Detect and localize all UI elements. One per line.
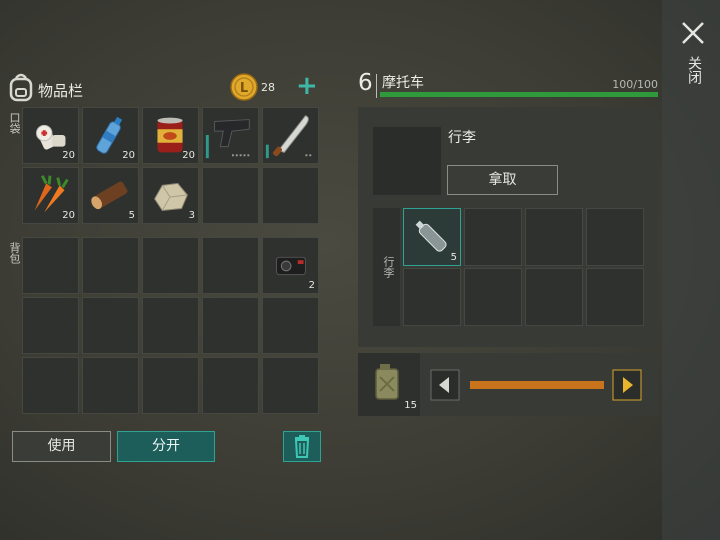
- fuel-level-fill: [470, 381, 604, 389]
- backpack-slot-empty[interactable]: [262, 297, 319, 354]
- pocket-slot-canned-food[interactable]: 20: [142, 107, 199, 164]
- luggage-slot-empty[interactable]: [403, 268, 461, 326]
- luggage-side-label: 行李: [382, 256, 395, 278]
- backpack-slot-empty[interactable]: [82, 357, 139, 414]
- inventory-title: 物品栏: [38, 82, 84, 100]
- fuel-right-arrow-button[interactable]: [612, 369, 642, 401]
- slot-quantity: 5: [128, 210, 135, 221]
- pocket-label: 口袋: [8, 112, 21, 134]
- pocket-slot-carrots[interactable]: 20: [22, 167, 79, 224]
- arrow-left-icon: [430, 369, 460, 401]
- close-button[interactable]: [680, 20, 706, 46]
- use-button[interactable]: 使用: [12, 431, 111, 462]
- backpack-slot-empty[interactable]: [22, 357, 79, 414]
- backpack-slot-empty[interactable]: [82, 237, 139, 294]
- coin-count: 28: [261, 81, 275, 94]
- luggage-slot-empty[interactable]: [525, 268, 583, 326]
- luggage-slot-empty[interactable]: [464, 208, 522, 266]
- backpack-slot-empty[interactable]: [202, 297, 259, 354]
- pocket-slot-stone[interactable]: 3: [142, 167, 199, 224]
- backpack-slot-empty[interactable]: [82, 297, 139, 354]
- pistol-icon: [205, 119, 250, 159]
- slot-quantity: 3: [188, 210, 195, 221]
- pocket-slot-water-bottle[interactable]: 20: [82, 107, 139, 164]
- pocket-slot-empty[interactable]: [202, 167, 259, 224]
- pocket-slot-empty[interactable]: [262, 167, 319, 224]
- add-coins-button[interactable]: +: [296, 70, 318, 102]
- luggage-slot-empty[interactable]: [525, 208, 583, 266]
- close-label[interactable]: 关闭: [684, 56, 704, 84]
- backpack-slot-camera[interactable]: 2: [262, 237, 319, 294]
- luggage-slot-plastic-bottle[interactable]: 5: [403, 208, 461, 266]
- slot-quantity: 20: [182, 150, 195, 161]
- split-button[interactable]: 分开: [117, 431, 215, 462]
- luggage-title: 行李: [448, 130, 476, 146]
- slot-quantity: 2: [308, 280, 315, 291]
- backpack-slot-empty[interactable]: [262, 357, 319, 414]
- luggage-slot-empty[interactable]: [586, 208, 644, 266]
- fuel-slot[interactable]: 15: [358, 353, 420, 416]
- vehicle-name: 摩托车: [382, 75, 424, 91]
- backpack-slot-empty[interactable]: [202, 237, 259, 294]
- pocket-slot-first-aid-kit[interactable]: 20: [22, 107, 79, 164]
- backpack-slot-empty[interactable]: [142, 357, 199, 414]
- backpack-slot-empty[interactable]: [142, 297, 199, 354]
- backpack-slot-empty[interactable]: [22, 237, 79, 294]
- vehicle-level: 6: [358, 70, 373, 96]
- backpack-slot-empty[interactable]: [202, 357, 259, 414]
- durability-bar-fill: [380, 92, 658, 97]
- title-divider: [376, 74, 377, 98]
- backpack-label: 背包: [8, 242, 21, 264]
- take-button[interactable]: 拿取: [447, 165, 558, 195]
- slot-quantity: 5: [450, 252, 457, 263]
- durability-text: 100/100: [612, 78, 658, 91]
- arrow-right-icon: [612, 369, 642, 401]
- luggage-slot-empty[interactable]: [586, 268, 644, 326]
- slot-quantity: 20: [62, 150, 75, 161]
- vehicle-portrait: [373, 127, 441, 195]
- close-icon: [682, 22, 704, 44]
- durability-bar-track: [380, 92, 658, 97]
- fuel-quantity: 15: [404, 400, 417, 411]
- backpack-slot-empty[interactable]: [142, 237, 199, 294]
- svg-text:L: L: [240, 81, 248, 96]
- coin-icon: L: [230, 73, 258, 101]
- slot-quantity: 20: [122, 150, 135, 161]
- pocket-slot-machete[interactable]: [262, 107, 319, 164]
- delete-button[interactable]: [283, 431, 321, 462]
- luggage-slot-empty[interactable]: [464, 268, 522, 326]
- machete-icon: [265, 115, 312, 159]
- slot-quantity: 20: [62, 210, 75, 221]
- pocket-slot-log[interactable]: 5: [82, 167, 139, 224]
- fuel-left-arrow-button[interactable]: [430, 369, 460, 401]
- backpack-icon: [8, 72, 34, 102]
- pocket-slot-pistol[interactable]: [202, 107, 259, 164]
- backpack-slot-empty[interactable]: [22, 297, 79, 354]
- fuel-level-track: [470, 381, 604, 389]
- trash-icon: [294, 435, 310, 458]
